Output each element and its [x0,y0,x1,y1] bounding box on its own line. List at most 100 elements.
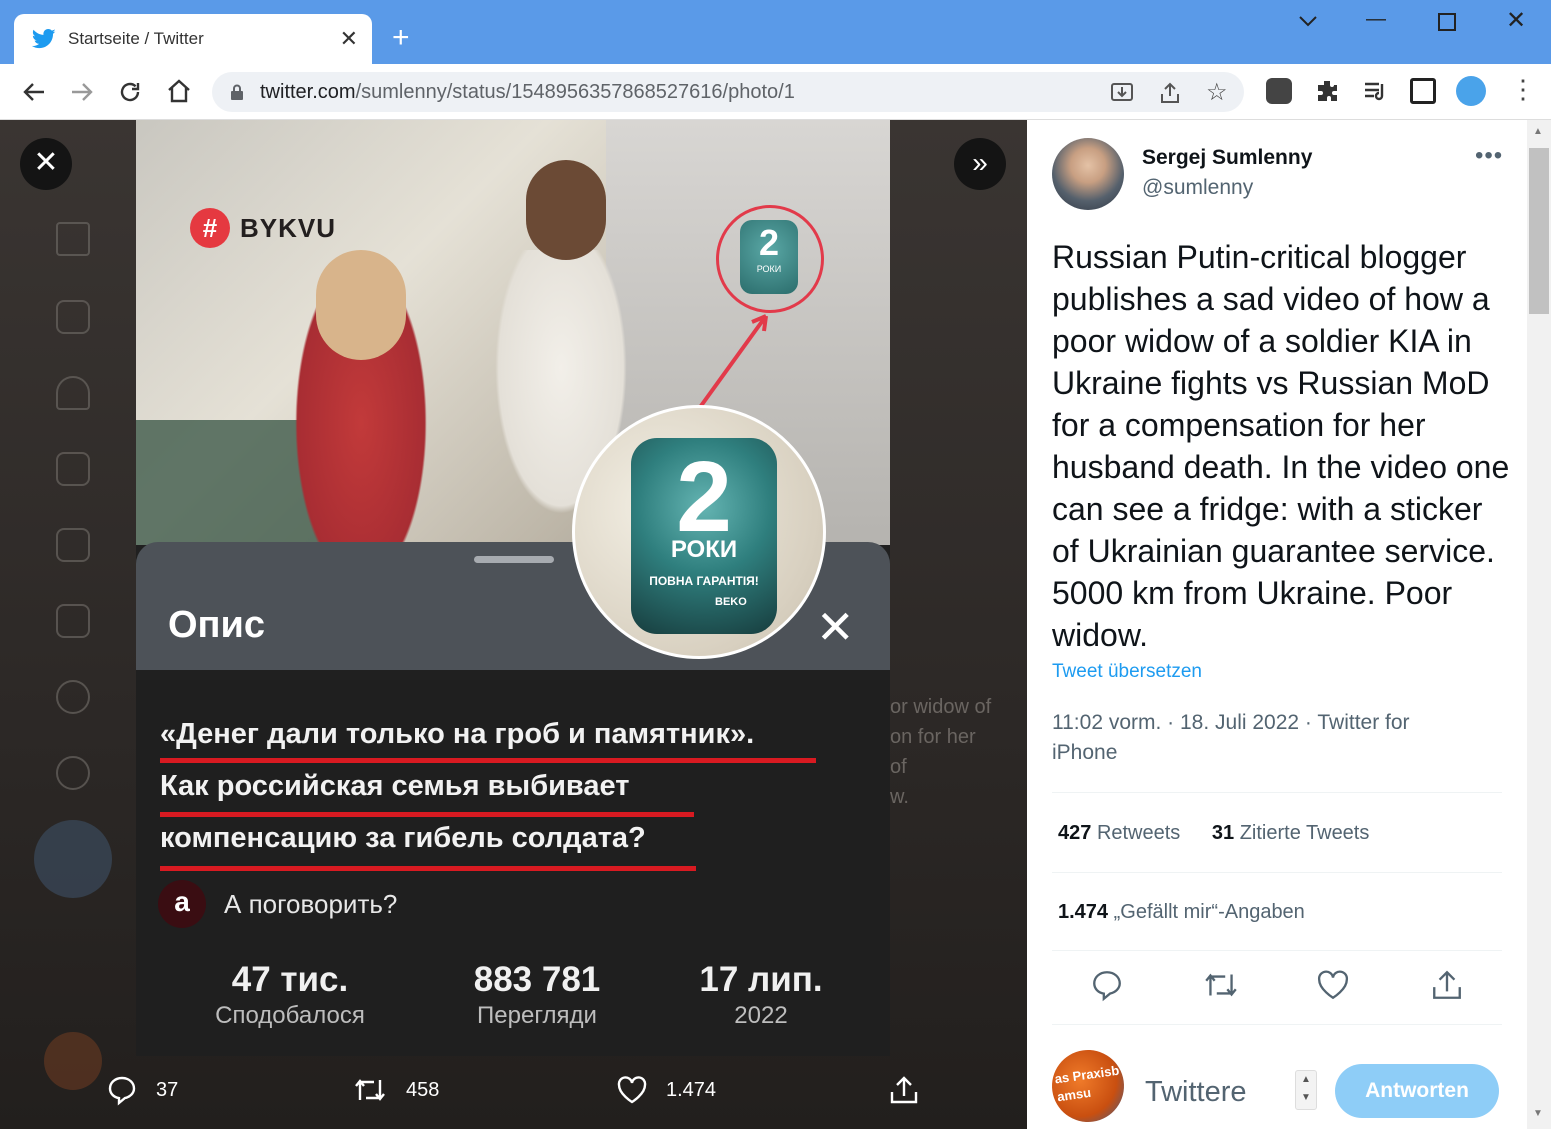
media-like-button[interactable]: 1.474 [616,1074,716,1106]
like-heart-icon[interactable] [1316,968,1350,1002]
expand-sidebar-button[interactable]: » [954,138,1006,190]
headline-line-2: Как российская семья выбивает [160,770,630,802]
tab-close-icon[interactable]: ✕ [340,26,358,52]
zoomed-sticker-inset: 2 РОКИ ПОВНА ГАРАНТІЯ! BEKO [572,405,826,659]
views-stat-label: Перегляди [477,1002,597,1029]
likes-stat-value: 47 тис. [231,960,349,999]
likes-link[interactable]: 1.474 „Gefällt mir“-Angaben [1058,901,1305,924]
headline-underline-1 [160,758,816,763]
quotes-link[interactable]: 31 Zitierte Tweets [1212,822,1370,844]
likes-stat: 47 тис. Сподобалося [206,960,374,1030]
sticker-brand: BEKO [715,596,747,608]
window-close-icon[interactable]: ✕ [1506,6,1526,35]
extension-infinity-icon[interactable] [1266,78,1292,104]
extensions-puzzle-icon[interactable] [1314,78,1340,104]
media-share-button[interactable] [888,1074,920,1106]
media-retweet-count: 458 [406,1078,440,1101]
sticker-label: РОКИ [670,536,738,563]
share-upload-icon [890,1076,918,1104]
date-stat: 17 лип. 2022 [688,960,834,1030]
media-action-bar: 37 458 1.474 [0,1056,1027,1129]
browser-tab[interactable]: Startseite / Twitter ✕ [14,14,372,64]
new-tab-button[interactable]: + [392,20,410,56]
retweets-count: 427 [1058,822,1092,844]
more-nav-ghost-icon [56,756,90,790]
retweet-icon [355,1079,385,1101]
current-user-avatar[interactable]: as Praxisb amsu [1047,1045,1129,1127]
views-stat: 883 781 Перегляди [458,960,616,1030]
translate-tweet-link[interactable]: Tweet übersetzen [1052,661,1202,683]
scroll-down-icon[interactable]: ▼ [1533,1108,1543,1119]
double-chevron-right-icon: » [972,147,988,178]
url-text: twitter.com/sumlenny/status/154895635786… [260,81,795,104]
media-retweet-button[interactable]: 458 [352,1074,439,1106]
headline-line-1: «Денег дали только на гроб и памятник». [160,718,755,750]
forward-icon[interactable] [70,80,94,104]
bg-peek-text-4: w. [890,786,909,808]
extension-window-icon[interactable] [1410,78,1436,104]
media-reply-count: 37 [156,1078,179,1101]
tweet-detail-panel: Sergej Sumlenny @sumlenny ••• Russian Pu… [1027,120,1551,1129]
url-path: /sumlenny/status/1548956357868527616/pho… [355,80,795,103]
close-media-button[interactable]: ✕ [20,138,72,190]
author-display-name[interactable]: Sergej Sumlenny [1142,146,1312,170]
share-icon[interactable] [1430,968,1464,1002]
author-handle[interactable]: @sumlenny [1142,176,1253,200]
author-avatar[interactable] [1052,138,1124,210]
reply-input[interactable]: Twittere [1145,1076,1247,1109]
profile-nav-ghost-icon [56,680,90,714]
share-icon[interactable] [1158,82,1182,104]
video-caption: «Денег дали только на гроб и памятник». … [136,680,890,1056]
minimize-icon[interactable]: — [1366,8,1386,31]
sheet-close-icon: ✕ [816,601,855,653]
back-icon[interactable] [22,80,46,104]
retweet-icon[interactable] [1202,968,1240,1002]
address-bar[interactable]: twitter.com/sumlenny/status/154895635786… [212,72,1244,112]
reply-submit-button[interactable]: Antworten [1335,1064,1499,1118]
views-stat-value: 883 781 [473,960,601,999]
maximize-icon[interactable] [1438,13,1456,31]
tweet-timestamp-source[interactable]: 11:02 vorm. · 18. Juli 2022 · Twitter fo… [1052,708,1472,768]
retweet-quote-stats: 427 Retweets 31 Zitierte Tweets [1058,822,1369,845]
bookmark-star-icon[interactable]: ☆ [1206,78,1228,107]
home-nav-ghost-icon [56,222,90,256]
tab-search-chevron-icon[interactable] [1298,14,1318,28]
install-app-icon[interactable] [1110,82,1134,104]
media-like-count: 1.474 [666,1078,717,1101]
media-playlist-icon[interactable] [1362,78,1388,104]
profile-avatar-icon[interactable] [1456,76,1486,106]
media-viewer: or widow of on for her of w. ✕ » # BYKVU… [0,120,1027,1129]
panel-scrollbar[interactable]: ▲ ▼ [1527,120,1551,1129]
retweets-link[interactable]: 427 Retweets [1058,822,1180,844]
notifications-nav-ghost-icon [56,376,90,410]
media-reply-button[interactable]: 37 [106,1074,178,1106]
bg-peek-text-3: of [890,756,907,778]
tab-title: Startseite / Twitter [68,29,204,48]
reply-spinner-control[interactable]: ▲ ▼ [1295,1070,1317,1110]
twitter-bird-icon [32,29,56,49]
reply-icon[interactable] [1090,968,1124,1002]
likes-label: „Gefällt mir“-Angaben [1113,901,1305,923]
tweet-photo[interactable]: # BYKVU 2 РОКИ Опис ✕ «Денег дали только… [136,120,890,1056]
reply-icon [108,1076,136,1106]
divider [1052,1024,1502,1025]
scrollbar-thumb[interactable] [1529,148,1549,314]
more-options-icon[interactable]: ••• [1475,142,1503,170]
headline-line-3: компенсацию за гибель солдата? [160,822,646,854]
tweet-action-bar [1052,968,1502,1008]
tweet-text: Russian Putin-critical blogger publishes… [1052,239,1510,653]
retweets-label: Retweets [1096,822,1181,844]
channel-avatar: а [158,880,206,928]
sheet-title: Опис [168,604,266,646]
compose-tweet-ghost-button [34,820,112,898]
menu-dots-icon[interactable]: ⋮ [1510,74,1536,105]
reload-icon[interactable] [118,80,142,104]
scroll-up-icon[interactable]: ▲ [1533,126,1543,137]
channel-name: А поговорить? [224,888,398,919]
bg-peek-text-2: on for her [890,726,976,748]
zoomed-sticker: 2 РОКИ ПОВНА ГАРАНТІЯ! BEKO [631,438,777,634]
headline-underline-2 [160,812,694,817]
channel-row: а А поговорить? [158,880,397,928]
home-icon[interactable] [166,78,192,104]
heart-icon [617,1076,647,1104]
